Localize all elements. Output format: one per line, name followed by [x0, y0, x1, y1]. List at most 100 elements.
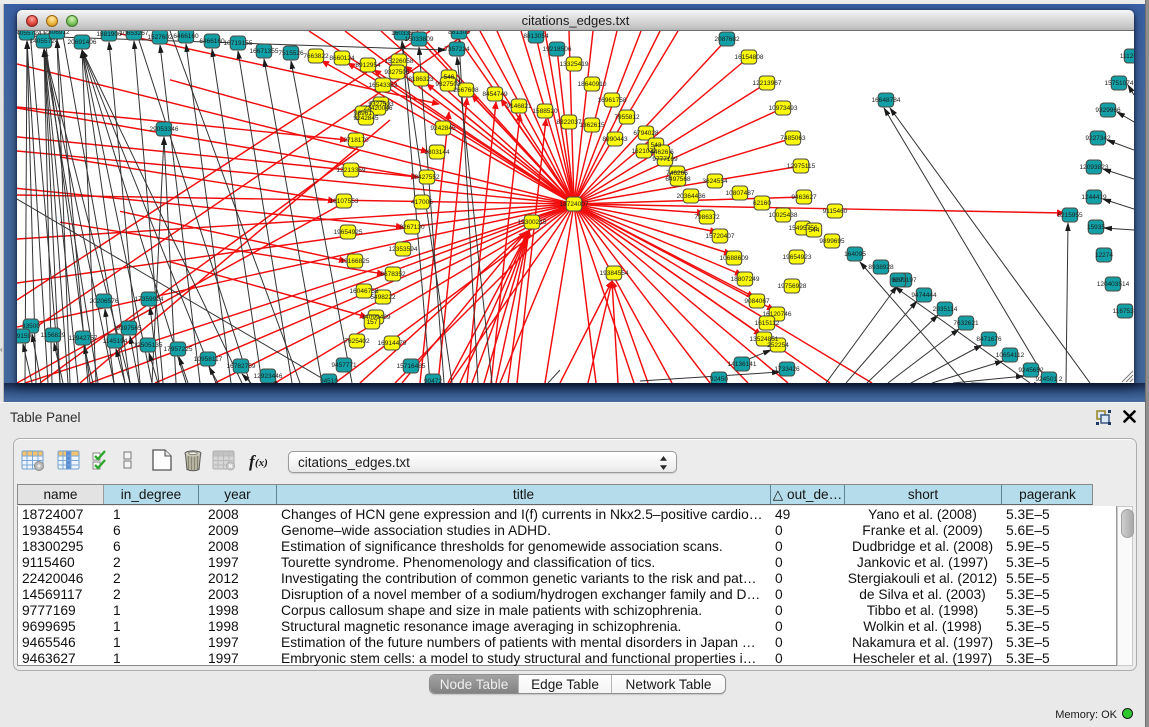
svg-text:15720407: 15720407	[706, 233, 735, 240]
svg-text:8322037: 8322037	[556, 119, 582, 126]
svg-text:15935: 15935	[1087, 224, 1105, 231]
svg-text:17957225: 17957225	[164, 346, 193, 353]
svg-text:12353594: 12353594	[389, 246, 418, 253]
svg-text:9474444: 9474444	[911, 292, 937, 299]
svg-text:2803144: 2803144	[424, 149, 450, 156]
svg-text:546: 546	[444, 74, 455, 81]
svg-text:8215955: 8215955	[1057, 212, 1083, 219]
svg-text:10973493: 10973493	[769, 105, 798, 112]
svg-text:(x): (x)	[255, 457, 268, 469]
svg-text:15751074: 15751074	[1105, 80, 1134, 87]
svg-text:7515526: 7515526	[278, 50, 304, 57]
svg-text:417006: 417006	[411, 199, 433, 206]
svg-text:18807249: 18807249	[731, 276, 760, 283]
svg-text:12213967: 12213967	[753, 80, 782, 87]
svg-text:16648784: 16648784	[872, 97, 901, 104]
svg-text:1362615: 1362615	[579, 122, 605, 129]
svg-text:16033809: 16033809	[405, 36, 434, 43]
svg-text:6466160: 6466160	[199, 38, 225, 45]
svg-text:9463627: 9463627	[791, 194, 817, 201]
svg-text:1733426: 1733426	[774, 366, 800, 373]
svg-text:252254: 252254	[767, 342, 789, 349]
svg-text:164095: 164095	[844, 251, 866, 258]
svg-text:1615112: 1615112	[755, 320, 780, 327]
svg-text:12975115: 12975115	[787, 163, 816, 170]
svg-text:8471676: 8471676	[976, 336, 1002, 343]
svg-text:8186323: 8186323	[408, 76, 434, 83]
svg-text:10025438: 10025438	[769, 212, 798, 219]
svg-text:9899695: 9899695	[819, 238, 845, 245]
svg-text:8990443: 8990443	[602, 136, 628, 143]
svg-text:24055724: 24055724	[17, 31, 42, 37]
svg-text:19218506: 19218506	[543, 46, 572, 53]
svg-text:8912954: 8912954	[355, 62, 381, 69]
svg-text:14055724: 14055724	[30, 38, 59, 45]
svg-text:19654923: 19654923	[783, 254, 812, 261]
svg-text:16543362: 16543362	[369, 82, 398, 89]
svg-text:7357224: 7357224	[444, 46, 470, 53]
svg-text:12942757: 12942757	[69, 335, 98, 342]
svg-text:7663822: 7663822	[303, 53, 329, 60]
svg-text:544: 544	[809, 227, 820, 234]
svg-text:12274: 12274	[1095, 252, 1113, 259]
svg-text:19654925: 19654925	[334, 229, 363, 236]
svg-text:9146821: 9146821	[506, 103, 532, 110]
svg-text:9115460: 9115460	[823, 208, 848, 215]
svg-text:1881906: 1881906	[96, 31, 122, 38]
svg-text:33500: 33500	[22, 323, 40, 330]
svg-text:17359924: 17359924	[135, 296, 164, 303]
svg-text:94510: 94510	[320, 378, 338, 383]
svg-text:9242845: 9242845	[353, 115, 379, 122]
svg-text:90472: 90472	[424, 378, 442, 383]
svg-text:9397565: 9397565	[116, 325, 142, 332]
svg-text:18640910: 18640910	[578, 81, 607, 88]
svg-text:1145194: 1145194	[103, 338, 128, 345]
svg-text:7632621: 7632621	[953, 320, 979, 327]
svg-text:16914479: 16914479	[378, 340, 407, 347]
svg-text:7485063: 7485063	[780, 135, 806, 142]
svg-text:92450: 92450	[710, 376, 728, 383]
svg-text:9242845: 9242845	[430, 125, 456, 132]
svg-text:7986372: 7986372	[694, 214, 720, 221]
svg-text:12093823: 12093823	[1080, 164, 1109, 171]
svg-text:881305: 881305	[448, 31, 470, 36]
svg-text:12505135: 12505135	[134, 342, 163, 349]
svg-text:687: 687	[893, 277, 904, 284]
svg-text:2935114: 2935114	[933, 306, 958, 313]
svg-text:18724007: 18724007	[560, 201, 589, 208]
svg-text:12213369: 12213369	[337, 167, 366, 174]
svg-text:16120746: 16120746	[763, 311, 792, 318]
svg-text:5498222: 5498222	[370, 294, 396, 301]
svg-text:1112609: 1112609	[1120, 53, 1134, 60]
svg-text:14136141: 14136141	[728, 361, 757, 368]
svg-text:16671355: 16671355	[250, 48, 279, 55]
svg-text:15300215: 15300215	[518, 219, 547, 226]
svg-text:16154808: 16154808	[735, 54, 764, 61]
svg-text:39159: 39159	[17, 333, 31, 340]
svg-text:6497568: 6497568	[665, 176, 691, 183]
svg-text:29053346: 29053346	[150, 126, 179, 133]
svg-text:1588520: 1588520	[532, 108, 558, 115]
svg-text:9245652: 9245652	[1018, 367, 1044, 374]
svg-text:62160: 62160	[753, 200, 771, 207]
svg-text:9329966: 9329966	[1095, 107, 1121, 114]
svg-text:9777169: 9777169	[652, 156, 678, 163]
svg-text:6794028: 6794028	[633, 130, 659, 137]
svg-text:7625402: 7625402	[344, 338, 370, 345]
svg-text:9084067: 9084067	[744, 298, 770, 305]
svg-text:3624554: 3624554	[702, 178, 728, 185]
svg-text:10719155: 10719155	[224, 40, 253, 47]
svg-text:16107553: 16107553	[330, 198, 359, 205]
svg-text:20364436: 20364436	[677, 193, 706, 200]
svg-text:6466160: 6466160	[173, 33, 199, 40]
svg-text:9327506: 9327506	[384, 69, 410, 76]
svg-text:15716485: 15716485	[397, 363, 426, 370]
svg-text:19756928: 19756928	[778, 283, 807, 290]
svg-text:1156829: 1156829	[41, 332, 66, 339]
svg-text:16782759: 16782759	[227, 363, 256, 370]
svg-text:2667608: 2667608	[453, 87, 479, 94]
svg-text:15226058: 15226058	[385, 58, 414, 65]
svg-text:8267130: 8267130	[399, 224, 425, 231]
svg-text:2718170: 2718170	[343, 137, 369, 144]
svg-text:120403514: 120403514	[1097, 281, 1130, 288]
